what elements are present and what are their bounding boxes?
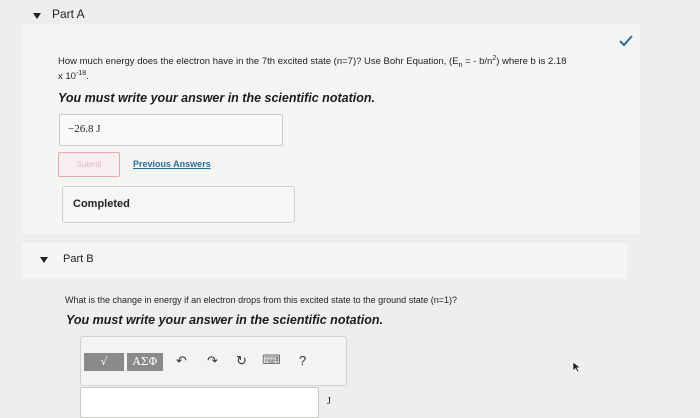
redo-icon[interactable]: ↷ xyxy=(207,353,218,369)
question-text: How much energy does the electron have i… xyxy=(58,56,459,68)
previous-answers-link[interactable]: Previous Answers xyxy=(133,159,211,169)
question-line2-pre: x 10 xyxy=(58,71,76,83)
help-button[interactable]: ? xyxy=(299,353,306,368)
question-line2-end: . xyxy=(86,71,89,83)
question-line2-exp: -18 xyxy=(75,70,87,77)
keyboard-icon[interactable]: ⌨ xyxy=(262,352,281,368)
completed-label: Completed xyxy=(73,198,130,210)
partB-instruction: You must write your answer in the scient… xyxy=(66,313,383,327)
partB-collapse-icon[interactable] xyxy=(40,257,48,263)
partA-header[interactable]: Part A xyxy=(52,7,85,21)
templates-button[interactable]: √ xyxy=(84,353,124,371)
undo-icon[interactable]: ↶ xyxy=(176,353,187,369)
partA-question: How much energy does the electron have i… xyxy=(58,52,638,73)
question-end: ) where b is 2.18 xyxy=(496,56,567,68)
partA-answer-value: −26.8 J xyxy=(68,123,101,135)
partB-header[interactable]: Part B xyxy=(63,253,94,265)
completed-feedback: Completed xyxy=(62,186,295,223)
partB-question: What is the change in energy if an elect… xyxy=(65,295,457,305)
reset-icon[interactable]: ↻ xyxy=(236,353,247,369)
partA-instruction: You must write your answer in the scient… xyxy=(58,91,375,105)
partB-header-bar xyxy=(22,243,627,279)
symbols-label: AΣΦ xyxy=(132,355,158,368)
check-icon xyxy=(619,35,633,47)
question-mid: = - b/n xyxy=(462,56,493,68)
submit-button[interactable]: Submit xyxy=(58,152,120,177)
partA-collapse-icon[interactable] xyxy=(33,13,41,19)
partB-unit-label: J xyxy=(327,396,331,407)
partA-answer-box: −26.8 J xyxy=(59,114,283,146)
partB-answer-input[interactable] xyxy=(80,387,319,418)
mouse-cursor-icon xyxy=(572,361,582,373)
templates-icon: √ xyxy=(100,355,108,368)
partA-question-line2: x 10-18. xyxy=(58,67,89,84)
symbols-button[interactable]: AΣΦ xyxy=(127,353,163,371)
